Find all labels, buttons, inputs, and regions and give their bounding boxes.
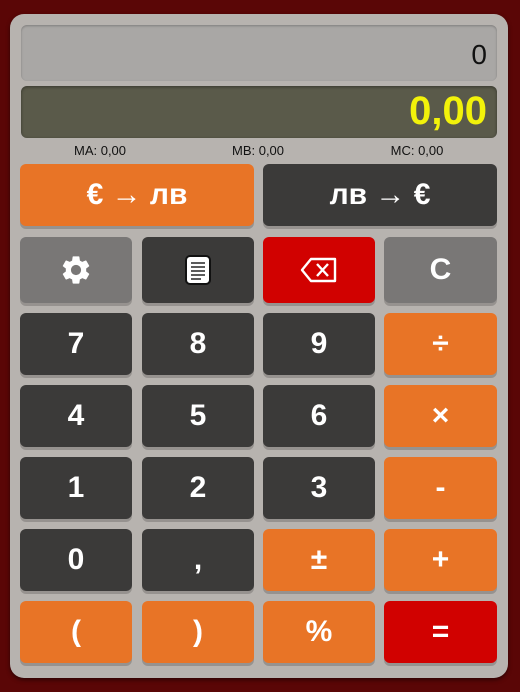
- backspace-button[interactable]: [263, 237, 375, 303]
- digit-8-button[interactable]: 8: [142, 313, 254, 375]
- gear-icon: [62, 256, 90, 284]
- plus-button[interactable]: +: [384, 529, 497, 591]
- convert-eur-to-bgn-button[interactable]: € → лв: [20, 164, 254, 226]
- expression-text: 0: [471, 39, 487, 70]
- plus-minus-button[interactable]: ±: [263, 529, 375, 591]
- memory-c-label: MC: 0,00: [390, 143, 444, 158]
- close-paren-button[interactable]: ): [142, 601, 254, 663]
- digit-6-button[interactable]: 6: [263, 385, 375, 447]
- notepad-icon: [185, 255, 211, 285]
- equals-button[interactable]: =: [384, 601, 497, 663]
- convert-bgn-to-eur-button[interactable]: лв → €: [263, 164, 497, 226]
- expression-display: 0: [21, 25, 497, 81]
- decimal-comma-button[interactable]: ,: [142, 529, 254, 591]
- digit-0-button[interactable]: 0: [20, 529, 132, 591]
- percent-button[interactable]: %: [263, 601, 375, 663]
- calculator-panel: 0 0,00 MA: 0,00 MB: 0,00 MC: 0,00 € → лв…: [10, 14, 508, 678]
- clear-button[interactable]: C: [384, 237, 497, 303]
- digit-5-button[interactable]: 5: [142, 385, 254, 447]
- digit-2-button[interactable]: 2: [142, 457, 254, 519]
- digit-4-button[interactable]: 4: [20, 385, 132, 447]
- minus-button[interactable]: -: [384, 457, 497, 519]
- digit-3-button[interactable]: 3: [263, 457, 375, 519]
- multiply-button[interactable]: ×: [384, 385, 497, 447]
- result-text: 0,00: [409, 89, 487, 133]
- divide-button[interactable]: ÷: [384, 313, 497, 375]
- digit-9-button[interactable]: 9: [263, 313, 375, 375]
- result-display: 0,00: [21, 86, 497, 138]
- open-paren-button[interactable]: (: [20, 601, 132, 663]
- settings-button[interactable]: [20, 237, 132, 303]
- digit-1-button[interactable]: 1: [20, 457, 132, 519]
- memory-b-label: MB: 0,00: [231, 143, 285, 158]
- history-button[interactable]: [142, 237, 254, 303]
- backspace-icon: [300, 257, 337, 283]
- digit-7-button[interactable]: 7: [20, 313, 132, 375]
- memory-a-label: MA: 0,00: [73, 143, 127, 158]
